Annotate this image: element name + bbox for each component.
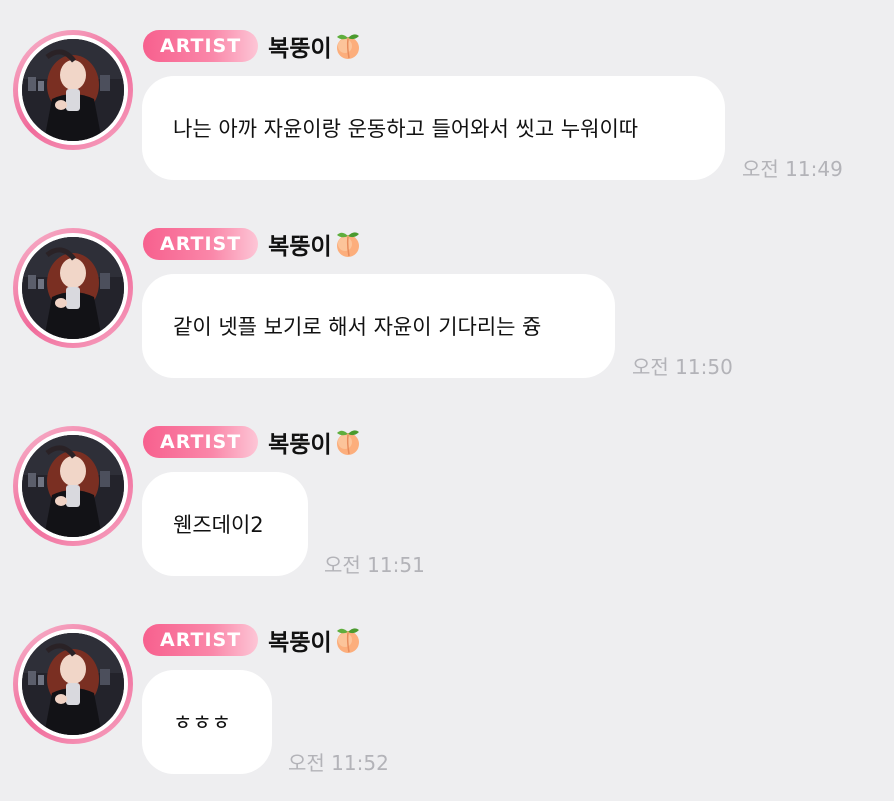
message-timestamp: 오전 11:51 <box>324 553 425 577</box>
sender-row: ARTIST 복뚱이 <box>143 622 363 658</box>
peach-emoji-icon <box>336 232 359 257</box>
avatar-photo <box>22 435 124 537</box>
message-timestamp: 오전 11:50 <box>632 355 733 379</box>
profile-photo-icon <box>22 435 124 537</box>
chat-message: ARTIST 복뚱이 ㅎㅎㅎ 오전 11:52 <box>0 594 894 784</box>
peach-emoji-icon <box>336 628 359 653</box>
avatar-photo <box>22 237 124 339</box>
sender-name-text: 복뚱이 <box>268 234 332 260</box>
message-bubble[interactable]: 웬즈데이2 <box>142 472 308 576</box>
avatar[interactable] <box>13 426 133 546</box>
sender-name-text: 복뚱이 <box>268 432 332 458</box>
chat-message: ARTIST 복뚱이 웬즈데이2 오전 11:51 <box>0 396 894 586</box>
artist-badge: ARTIST <box>143 228 259 260</box>
avatar[interactable] <box>13 624 133 744</box>
sender-name[interactable]: 복뚱이 <box>268 29 362 63</box>
sender-row: ARTIST 복뚱이 <box>143 424 363 460</box>
sender-name[interactable]: 복뚱이 <box>268 623 362 657</box>
message-timestamp: 오전 11:49 <box>742 157 843 181</box>
peach-emoji-icon <box>336 34 359 59</box>
sender-name[interactable]: 복뚱이 <box>268 227 362 261</box>
sender-row: ARTIST 복뚱이 <box>143 226 363 262</box>
sender-name-text: 복뚱이 <box>268 36 332 62</box>
message-bubble[interactable]: ㅎㅎㅎ <box>142 670 272 774</box>
sender-name[interactable]: 복뚱이 <box>268 425 362 459</box>
profile-photo-icon <box>22 237 124 339</box>
avatar[interactable] <box>13 30 133 150</box>
message-timestamp: 오전 11:52 <box>288 751 389 775</box>
chat-message: ARTIST 복뚱이 나는 아까 자윤이랑 운동하고 들어와서 씻고 누워이따 … <box>0 0 894 190</box>
message-bubble[interactable]: 나는 아까 자윤이랑 운동하고 들어와서 씻고 누워이따 <box>142 76 725 180</box>
avatar-border <box>18 629 128 739</box>
artist-badge: ARTIST <box>143 624 259 656</box>
chat-message: ARTIST 복뚱이 같이 넷플 보기로 해서 자윤이 기다리는 즁 오전 11… <box>0 198 894 388</box>
avatar-border <box>18 35 128 145</box>
avatar[interactable] <box>13 228 133 348</box>
avatar-border <box>18 431 128 541</box>
avatar-border <box>18 233 128 343</box>
artist-badge: ARTIST <box>143 426 259 458</box>
sender-row: ARTIST 복뚱이 <box>143 28 363 64</box>
avatar-photo <box>22 633 124 735</box>
profile-photo-icon <box>22 633 124 735</box>
sender-name-text: 복뚱이 <box>268 630 332 656</box>
peach-emoji-icon <box>336 430 359 455</box>
message-bubble[interactable]: 같이 넷플 보기로 해서 자윤이 기다리는 즁 <box>142 274 615 378</box>
profile-photo-icon <box>22 39 124 141</box>
artist-badge: ARTIST <box>143 30 259 62</box>
avatar-photo <box>22 39 124 141</box>
